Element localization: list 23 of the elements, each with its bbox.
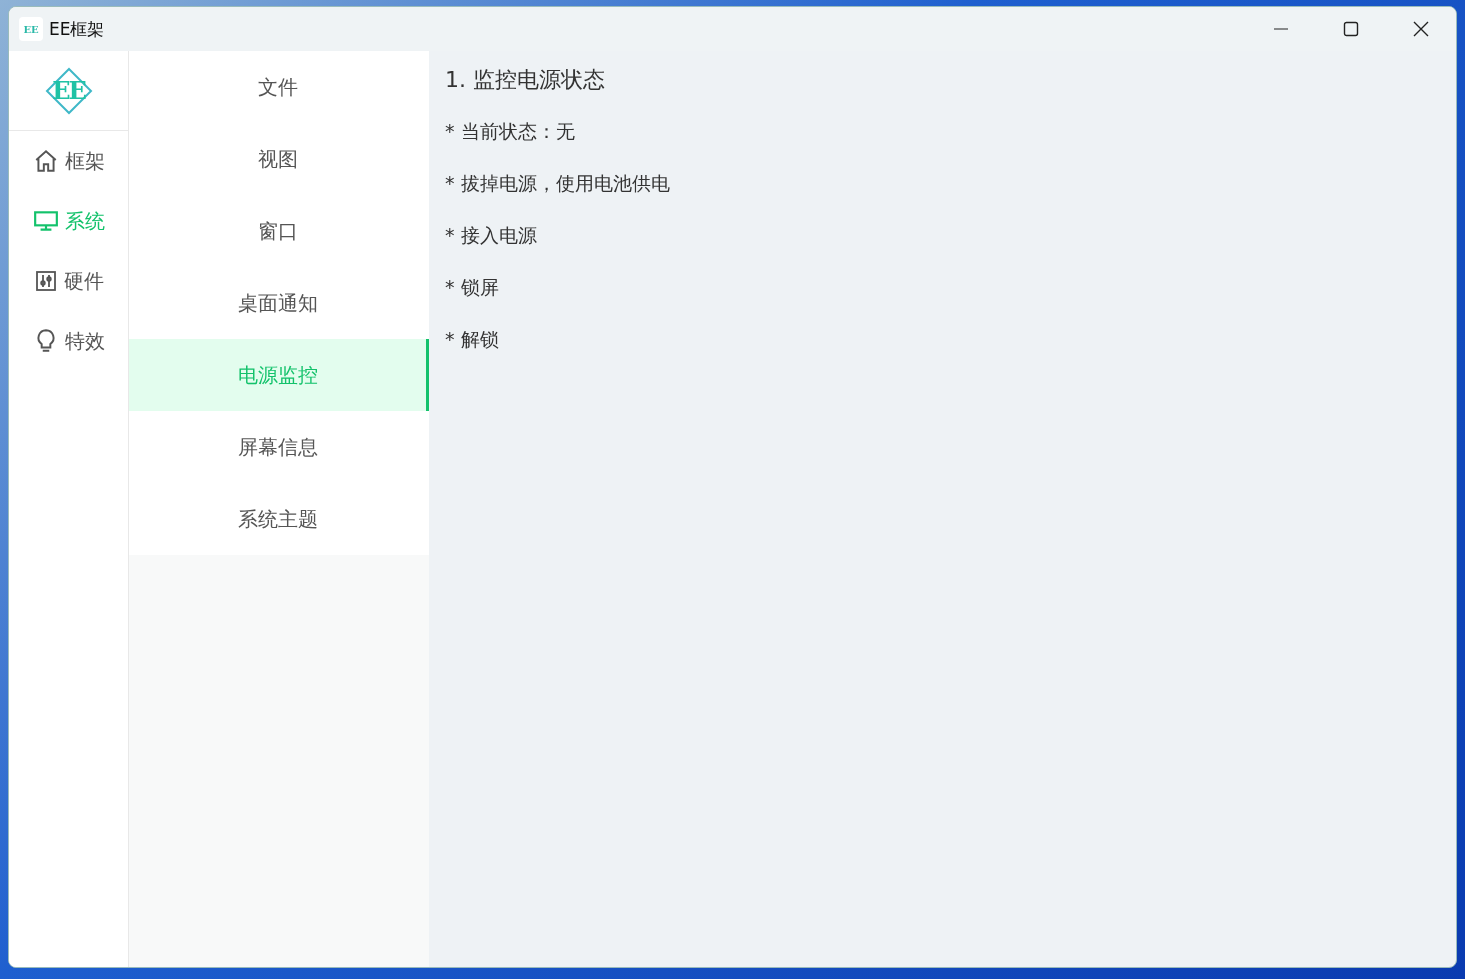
sliders-icon: [33, 269, 58, 293]
sidebar-item[interactable]: 框架: [9, 131, 128, 191]
sidebar-item[interactable]: 硬件: [9, 251, 128, 311]
status-line: * 当前状态：无: [445, 119, 576, 144]
close-icon: [1412, 20, 1430, 38]
status-line: * 接入电源: [445, 223, 538, 248]
submenu-item[interactable]: 桌面通知: [129, 267, 429, 339]
app-logo: EE: [44, 66, 93, 115]
status-line: * 锁屏: [445, 275, 500, 300]
status-line: * 解锁: [445, 327, 500, 352]
status-line: * 拔掉电源，使用电池供电: [445, 171, 671, 196]
submenu-item[interactable]: 文件: [129, 51, 429, 123]
section-heading: 1. 监控电源状态: [445, 66, 606, 94]
window-title: EE框架: [49, 17, 105, 41]
app-icon: EE: [19, 17, 43, 41]
minimize-icon: [1273, 28, 1289, 30]
submenu-item[interactable]: 窗口: [129, 195, 429, 267]
maximize-icon: [1343, 21, 1359, 37]
sidebar-item[interactable]: 特效: [9, 311, 128, 371]
submenu-item[interactable]: 视图: [129, 123, 429, 195]
submenu-item[interactable]: 屏幕信息: [129, 411, 429, 483]
monitor-icon: [32, 208, 59, 234]
submenu-item[interactable]: 系统主题: [129, 483, 429, 555]
